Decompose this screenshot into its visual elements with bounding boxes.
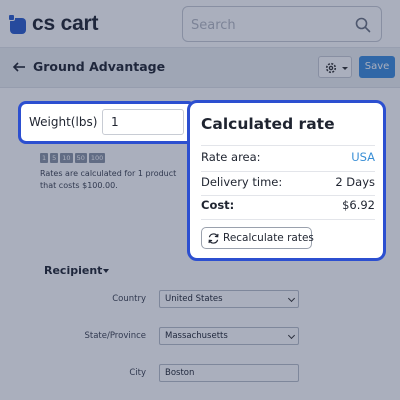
delivery-time-row: Delivery time: 2 Days [201, 175, 375, 191]
logo-text: cs cart [32, 12, 99, 35]
search-box[interactable] [182, 6, 382, 42]
cost-label: Cost: [201, 198, 235, 212]
chevron-down-icon [103, 269, 109, 273]
rate-panel-title: Calculated rate [201, 115, 335, 133]
divider [201, 171, 375, 172]
country-value: United States [165, 294, 223, 304]
page-title: Ground Advantage [33, 59, 166, 74]
cost-value: $6.92 [342, 198, 375, 212]
rate-area-label: Rate area: [201, 150, 261, 164]
chevron-down-icon [342, 67, 348, 70]
search-input[interactable] [191, 16, 341, 34]
divider [201, 145, 375, 146]
quantity-chip[interactable]: 100 [88, 153, 106, 163]
search-icon[interactable] [355, 17, 371, 33]
weight-input[interactable] [102, 109, 184, 135]
state-value: Massachusetts [165, 331, 228, 341]
city-value: Boston [165, 368, 195, 378]
delivery-time-value: 2 Days [335, 175, 375, 189]
quantity-chip[interactable]: 5 [50, 153, 59, 163]
delivery-time-label: Delivery time: [201, 175, 283, 189]
divider [201, 195, 375, 196]
state-label: State/Province [84, 331, 146, 341]
weight-callout: Weight(lbs) [18, 101, 196, 144]
recipient-section-toggle[interactable]: Recipient [44, 264, 102, 277]
divider [201, 219, 375, 220]
logo-icon [8, 14, 28, 34]
recalculate-rates-button[interactable]: Recalculate rates [201, 227, 314, 249]
country-select[interactable]: United States [159, 290, 299, 308]
state-select[interactable]: Massachusetts [159, 327, 299, 345]
city-input[interactable]: Boston [159, 364, 299, 382]
gear-icon [325, 62, 337, 74]
refresh-icon [208, 233, 219, 244]
back-arrow-icon[interactable] [12, 60, 26, 74]
cost-row: Cost: $6.92 [201, 198, 375, 214]
rate-area-link[interactable]: USA [351, 150, 375, 164]
quantity-chip[interactable]: 50 [74, 153, 87, 163]
top-bar: cs cart [0, 0, 400, 48]
save-button[interactable]: Save [359, 56, 395, 78]
chevron-down-icon [287, 294, 296, 303]
country-label: Country [112, 294, 146, 304]
chevron-down-icon [287, 331, 296, 340]
weight-label: Weight(lbs) [29, 115, 98, 129]
recalculate-rates-label: Recalculate rates [223, 232, 314, 244]
settings-dropdown-button[interactable] [318, 56, 352, 78]
quantity-chips: 1 5 10 50 100 [40, 153, 106, 163]
rate-area-row: Rate area: USA [201, 150, 375, 166]
page-header: Ground Advantage Save [0, 48, 400, 88]
rates-note: Rates are calculated for 1 product that … [40, 169, 177, 190]
city-label: City [129, 368, 146, 378]
logo[interactable]: cs cart [8, 12, 99, 36]
quantity-chip[interactable]: 1 [40, 153, 49, 163]
quantity-chip[interactable]: 10 [60, 153, 73, 163]
calculated-rate-panel: Calculated rate Rate area: USA Delivery … [187, 100, 386, 261]
